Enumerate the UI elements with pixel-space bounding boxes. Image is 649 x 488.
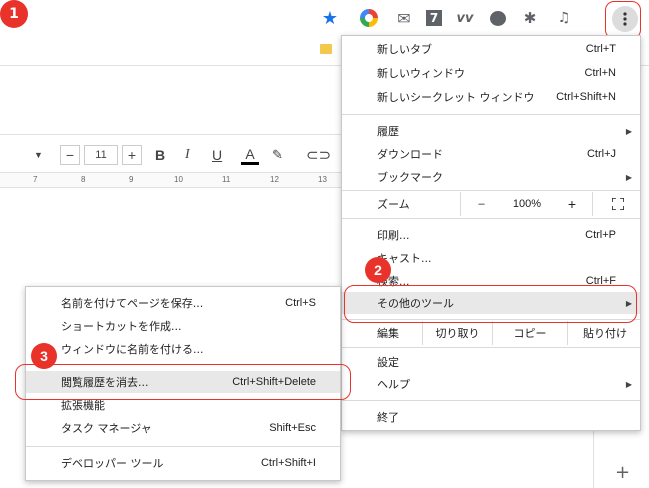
ruler-tick: 12 — [270, 175, 279, 184]
menu-separator — [342, 400, 640, 401]
menu-item-label: デベロッパー ツール — [61, 457, 164, 470]
menu-item-label: ブックマーク — [377, 171, 443, 184]
menu-item-exit[interactable]: 終了 — [342, 406, 640, 428]
menu-item-new-window[interactable]: 新しいウィンドウ Ctrl+N — [342, 62, 640, 84]
highlight-color-icon[interactable]: ✎ — [272, 145, 283, 165]
submenu-arrow-icon: ▶ — [625, 126, 632, 136]
zoom-level: 100% — [512, 198, 542, 210]
document-ruler[interactable]: 7 8 9 10 11 12 13 — [0, 172, 345, 188]
menu-item-label: ダウンロード — [377, 148, 443, 161]
menu-item-label: 新しいタブ — [377, 43, 432, 56]
decrease-font-size-button[interactable]: − — [60, 145, 80, 165]
zoom-row: ズーム – 100% + — [342, 192, 640, 216]
submenu-item-developer-tools[interactable]: デベロッパー ツール Ctrl+Shift+I — [26, 452, 340, 474]
menu-item-label: タスク マネージャ — [61, 422, 152, 435]
zoom-label: ズーム — [377, 198, 410, 211]
underline-icon[interactable]: U — [212, 145, 222, 165]
ruler-tick: 13 — [318, 175, 327, 184]
clear-history-highlight-ring — [15, 364, 351, 400]
menu-item-label: 新しいウィンドウ — [377, 67, 465, 80]
ruler-tick: 8 — [81, 175, 86, 184]
mail-extension-icon[interactable]: ✉ — [392, 6, 416, 30]
menu-item-label: 設定 — [377, 356, 399, 369]
menu-item-print[interactable]: 印刷... Ctrl+P — [342, 224, 640, 246]
menu-item-settings[interactable]: 設定 — [342, 351, 640, 373]
edit-row: 編集 切り取り コピー 貼り付け — [342, 321, 640, 345]
step-1-badge: 1 — [0, 0, 28, 28]
submenu-item-task-manager[interactable]: タスク マネージャ Shift+Esc — [26, 417, 340, 439]
bold-icon[interactable]: B — [155, 145, 165, 165]
bookmark-folder-icon[interactable] — [320, 44, 332, 54]
text-color-icon[interactable]: A — [240, 145, 260, 165]
media-control-icon[interactable]: ♫ — [552, 6, 576, 30]
chrome-main-menu: 新しいタブ Ctrl+T 新しいウィンドウ Ctrl+N 新しいシークレット ウィン… — [341, 35, 641, 431]
menu-separator — [342, 347, 640, 348]
insert-link-icon[interactable]: ⊂⊃ — [306, 145, 331, 165]
menu-item-new-tab[interactable]: 新しいタブ Ctrl+T — [342, 38, 640, 60]
menu-item-label: 印刷... — [377, 229, 410, 242]
browser-toolbar: ★ ✉ 7 vv ✱ ♫ 1 — [0, 0, 649, 39]
menu-item-shortcut: Ctrl+Shift+N — [556, 91, 616, 103]
submenu-arrow-icon: ▶ — [625, 379, 632, 389]
menu-item-label: 名前を付けてページを保存... — [61, 297, 204, 310]
font-size-input[interactable]: 11 — [84, 145, 118, 165]
menu-item-label: 履歴 — [377, 125, 399, 138]
menu-separator — [26, 446, 340, 447]
seven-extension-label: 7 — [426, 10, 442, 26]
menu-item-shortcut: Ctrl+N — [584, 67, 616, 79]
menu-item-shortcut: Ctrl+J — [586, 148, 616, 160]
menu-item-shortcut: Ctrl+T — [585, 43, 616, 55]
menu-item-label: 新しいシークレット ウィンドウ — [377, 91, 535, 104]
submenu-item-name-window[interactable]: ウィンドウに名前を付ける... — [26, 338, 340, 360]
increase-font-size-button[interactable]: + — [122, 145, 142, 165]
menu-item-label: ヘルプ — [377, 378, 410, 391]
fullscreen-button[interactable] — [592, 192, 642, 216]
menu-item-history[interactable]: 履歴 ▶ — [342, 120, 640, 142]
ruler-tick: 11 — [222, 175, 231, 184]
zoom-out-button[interactable]: – — [460, 192, 502, 216]
menu-item-help[interactable]: ヘルプ ▶ — [342, 373, 640, 395]
seven-extension-icon[interactable]: 7 — [422, 6, 446, 30]
extensions-puzzle-icon[interactable]: ✱ — [518, 6, 542, 30]
menu-item-shortcut: Ctrl+P — [585, 229, 616, 241]
paste-button[interactable]: 貼り付け — [567, 321, 642, 345]
italic-icon[interactable]: I — [185, 145, 190, 165]
ruler-tick: 7 — [33, 175, 38, 184]
vv-extension-icon[interactable]: vv — [453, 6, 477, 30]
font-dropdown-arrow-icon[interactable]: ▼ — [34, 145, 43, 165]
submenu-item-create-shortcut[interactable]: ショートカットを作成... — [26, 315, 340, 337]
ruler-tick: 9 — [129, 175, 134, 184]
step-2-badge: 2 — [365, 257, 391, 283]
color-extension-icon[interactable] — [357, 6, 381, 30]
docs-format-toolbar: ▼ − 11 + B I U A ✎ ⊂⊃ — [0, 134, 345, 172]
menu-item-label: ウィンドウに名前を付ける... — [61, 343, 204, 356]
timer-extension-icon[interactable] — [486, 6, 510, 30]
submenu-item-save-page[interactable]: 名前を付けてページを保存... Ctrl+S — [26, 292, 340, 314]
menu-separator — [342, 114, 640, 115]
step-3-badge: 3 — [31, 343, 57, 369]
menu-separator — [342, 218, 640, 219]
fullscreen-icon — [611, 198, 624, 210]
ruler-tick: 10 — [174, 175, 183, 184]
menu-item-shortcut: Ctrl+S — [285, 297, 316, 309]
menu-item-downloads[interactable]: ダウンロード Ctrl+J — [342, 143, 640, 165]
more-tools-highlight-ring — [344, 285, 637, 323]
menu-item-label: 終了 — [377, 411, 399, 424]
menu-item-shortcut: Ctrl+Shift+I — [260, 457, 316, 469]
menu-item-bookmarks[interactable]: ブックマーク ▶ — [342, 166, 640, 188]
add-icon[interactable]: + — [615, 462, 630, 483]
menu-button-highlight-ring — [605, 1, 641, 39]
cut-button[interactable]: 切り取り — [422, 321, 492, 345]
menu-item-new-incognito-window[interactable]: 新しいシークレット ウィンドウ Ctrl+Shift+N — [342, 86, 640, 108]
menu-item-shortcut: Shift+Esc — [269, 422, 316, 434]
zoom-in-button[interactable]: + — [552, 192, 592, 216]
menu-item-label: ショートカットを作成... — [61, 320, 182, 333]
bookmark-star-icon[interactable]: ★ — [318, 6, 342, 30]
menu-separator — [342, 190, 640, 191]
edit-label: 編集 — [377, 327, 399, 340]
submenu-arrow-icon: ▶ — [625, 172, 632, 182]
copy-button[interactable]: コピー — [492, 321, 567, 345]
